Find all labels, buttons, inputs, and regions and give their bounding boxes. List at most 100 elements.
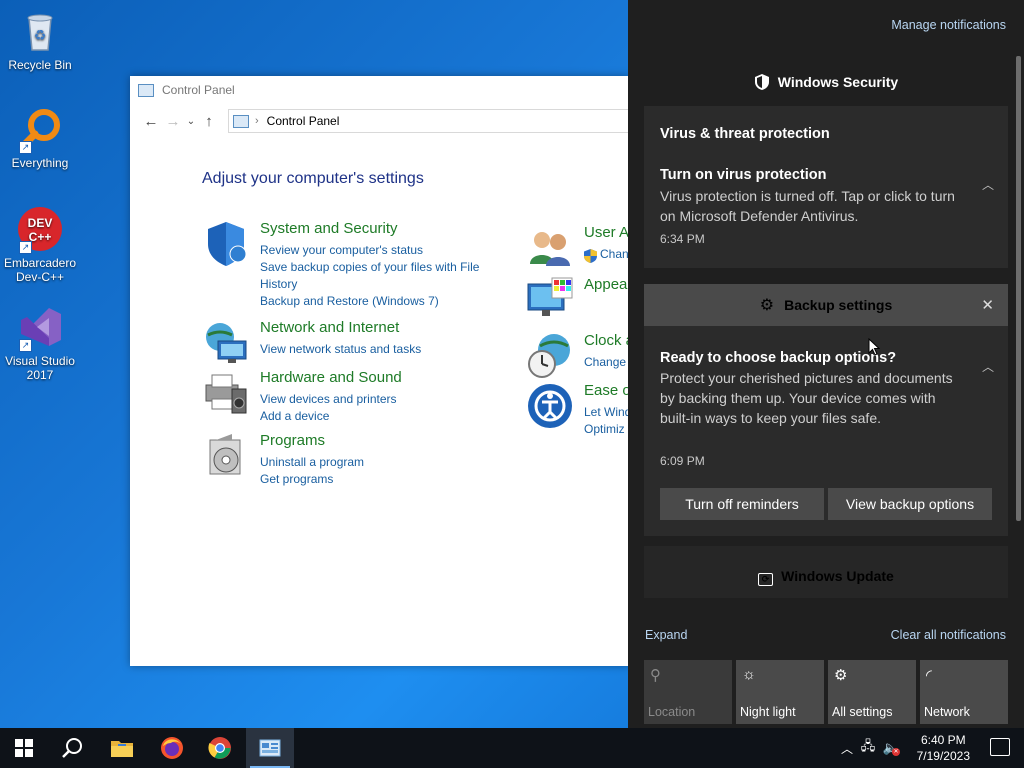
mouse-cursor-icon <box>868 338 880 356</box>
desktop-icon-visual-studio[interactable]: ↗ Visual Studio 2017 <box>0 304 80 382</box>
folder-icon <box>111 741 133 757</box>
clear-all-notifications-link[interactable]: Clear all notifications <box>891 628 1006 642</box>
clock-date: 7/19/2023 <box>916 749 970 763</box>
notification-header: Virus & threat protection <box>660 126 830 142</box>
devcpp-icon: DEV C++ ↗ <box>17 206 63 254</box>
taskbar: ︿ 🖧 🔈 ✕ 6:40 PM 7/19/2023 <box>0 728 1024 768</box>
navigation-bar: ← → ⌄ ↑ › Control Panel <box>130 104 630 138</box>
desktop-icon-devcpp[interactable]: DEV C++ ↗ Embarcadero Dev-C++ <box>0 206 80 284</box>
link-review-status[interactable]: Review your computer's status <box>260 242 500 259</box>
gear-icon: ⚙ <box>759 297 775 314</box>
svg-text:C++: C++ <box>29 230 52 244</box>
clock-globe-icon <box>528 334 570 378</box>
category-title[interactable]: Clock a <box>584 332 630 349</box>
volume-muted-icon[interactable]: 🔈 ✕ <box>880 740 902 756</box>
category-title[interactable]: Appea <box>584 276 627 293</box>
shield-icon <box>754 74 769 90</box>
link-file-history[interactable]: Save backup copies of your files with Fi… <box>260 259 500 293</box>
page-title: Adjust your computer's settings <box>202 170 424 187</box>
control-panel-icon <box>138 83 154 97</box>
printer-icon <box>205 374 247 414</box>
appearance-monitor-icon <box>527 277 573 316</box>
category-title[interactable]: Ease o <box>584 382 630 399</box>
taskbar-file-explorer[interactable] <box>98 728 146 768</box>
quick-action-all-settings[interactable]: ⚙ All settings <box>828 660 916 724</box>
category-title[interactable]: User A <box>584 224 629 241</box>
uac-shield-icon <box>584 249 597 263</box>
up-arrow-icon[interactable]: ↑ <box>198 113 220 130</box>
programs-disc-icon <box>209 434 241 475</box>
group-backup-settings[interactable]: ⚙ Backup settings ✕ <box>644 284 1008 326</box>
notification-backup-options[interactable]: Ready to choose backup options? Protect … <box>644 326 1008 536</box>
collapse-chevron-icon[interactable]: ︿ <box>982 358 994 375</box>
collapse-chevron-icon[interactable]: ︿ <box>982 176 994 193</box>
clock-time: 6:40 PM <box>920 733 966 747</box>
network-icon[interactable]: 🖧 <box>856 737 880 759</box>
category-title[interactable]: System and Security <box>260 220 398 237</box>
window-titlebar[interactable]: Control Panel <box>130 76 630 104</box>
recent-dropdown-icon[interactable]: ⌄ <box>184 116 198 127</box>
link-change-account-type[interactable]: Chan <box>600 246 630 263</box>
desktop-icon-everything[interactable]: ↗ Everything <box>0 106 80 170</box>
manage-notifications-link[interactable]: Manage notifications <box>891 18 1006 32</box>
link-optimize-display[interactable]: Optimiz <box>584 421 630 438</box>
everything-search-icon: ↗ <box>17 106 63 154</box>
category-title[interactable]: Network and Internet <box>260 319 399 336</box>
taskbar-firefox[interactable] <box>148 728 196 768</box>
turn-off-reminders-button[interactable]: Turn off reminders <box>660 488 824 520</box>
control-panel-window[interactable]: Control Panel ← → ⌄ ↑ › Control Panel Ad… <box>130 76 630 666</box>
link-get-programs[interactable]: Get programs <box>260 471 500 488</box>
svg-text:♻: ♻ <box>34 27 47 43</box>
group-title: Windows Security <box>777 74 899 90</box>
breadcrumb-chevron-icon[interactable]: › <box>255 115 259 127</box>
group-title: Windows Update <box>781 568 894 584</box>
taskbar-clock[interactable]: 6:40 PM 7/19/2023 <box>917 732 970 764</box>
show-hidden-icons-chevron-icon[interactable]: ︿ <box>838 740 856 757</box>
window-title: Control Panel <box>162 83 235 97</box>
night-light-icon: ☼ <box>742 666 756 683</box>
start-button[interactable] <box>0 728 48 768</box>
back-arrow-icon[interactable]: ← <box>140 113 162 130</box>
search-icon <box>62 738 82 758</box>
close-icon[interactable]: ✕ <box>981 296 994 314</box>
link-change-date[interactable]: Change <box>584 354 630 371</box>
taskbar-control-panel[interactable] <box>246 728 294 768</box>
link-backup-restore[interactable]: Backup and Restore (Windows 7) <box>260 293 500 310</box>
link-network-status[interactable]: View network status and tasks <box>260 341 500 358</box>
category-title[interactable]: Programs <box>260 432 325 449</box>
scrollbar[interactable] <box>1016 56 1021 521</box>
notification-virus-protection[interactable]: Virus & threat protection Turn on virus … <box>644 106 1008 268</box>
link-devices-printers[interactable]: View devices and printers <box>260 391 500 408</box>
visual-studio-icon: ↗ <box>17 304 63 352</box>
link-uninstall-program[interactable]: Uninstall a program <box>260 454 500 471</box>
control-panel-icon <box>233 114 249 128</box>
link-add-device[interactable]: Add a device <box>260 408 500 425</box>
view-backup-options-button[interactable]: View backup options <box>828 488 992 520</box>
address-bar[interactable]: › Control Panel <box>228 109 630 133</box>
notification-time: 6:09 PM <box>660 454 705 468</box>
action-center-notification-icon[interactable] <box>990 738 1010 756</box>
category-title[interactable]: Hardware and Sound <box>260 369 402 386</box>
group-title: Backup settings <box>784 297 893 313</box>
search-button[interactable] <box>48 728 96 768</box>
notification-body: Virus protection is turned off. Tap or c… <box>660 188 955 224</box>
notification-title: Ready to choose backup options? <box>660 350 897 366</box>
network-globe-icon <box>206 323 247 363</box>
expand-link[interactable]: Expand <box>645 628 687 642</box>
chrome-icon <box>208 737 231 759</box>
system-tray: ︿ 🖧 🔈 ✕ <box>838 728 902 768</box>
notification-body: Protect your cherished pictures and docu… <box>660 370 953 426</box>
firefox-icon <box>161 737 183 759</box>
breadcrumb[interactable]: Control Panel <box>267 114 340 128</box>
group-windows-update[interactable]: ⟳ Windows Update <box>644 546 1008 598</box>
group-windows-security[interactable]: Windows Security <box>644 74 1008 90</box>
windows-logo-icon <box>15 739 33 757</box>
shield-icon <box>208 222 247 266</box>
forward-arrow-icon[interactable]: → <box>162 113 184 130</box>
quick-action-network[interactable]: ◜ Network <box>920 660 1008 724</box>
desktop-icon-recycle-bin[interactable]: ♻ Recycle Bin <box>0 8 80 72</box>
link-let-windows-suggest[interactable]: Let Wind <box>584 404 630 421</box>
quick-action-night-light[interactable]: ☼ Night light <box>736 660 824 724</box>
taskbar-chrome[interactable] <box>196 728 244 768</box>
quick-action-location[interactable]: ⚲ Location <box>644 660 732 724</box>
